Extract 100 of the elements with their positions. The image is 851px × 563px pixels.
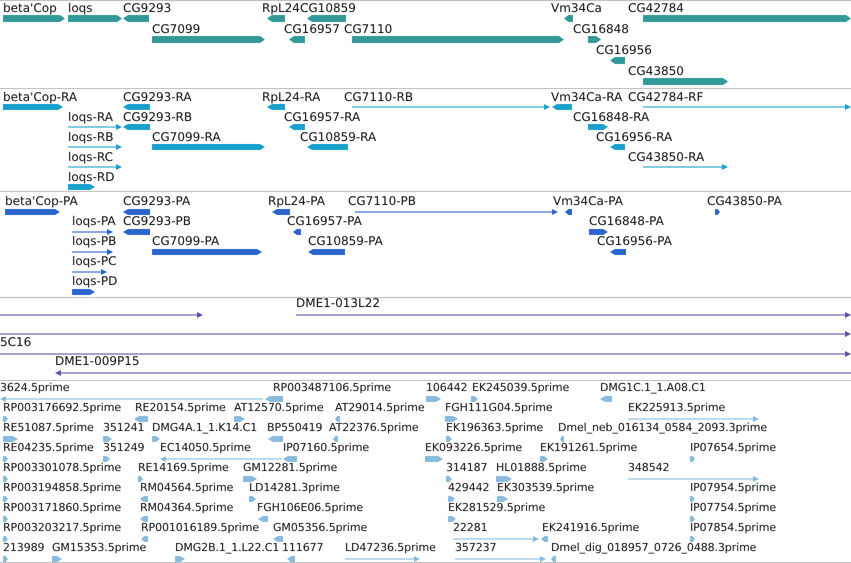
feature-glyph[interactable] [152,36,265,43]
feature-glyph[interactable] [293,229,301,235]
feature-label: DMG2B.1_1.L22.C1 [175,541,280,555]
feature-glyph[interactable] [123,104,150,110]
feature-label: IP07954.5prime [690,481,776,495]
feature-label: FGH111G04.5prime [445,401,553,415]
feature-label: CG16848 [573,22,629,36]
feature-glyph[interactable] [610,144,625,150]
feature-glyph[interactable] [552,104,572,110]
feature-glyph[interactable] [55,370,851,376]
feature-label: 357237 [455,541,496,555]
feature-label: 106442 [426,381,468,395]
feature-label: FGH106E06.5prime [257,501,364,515]
feature-glyph[interactable] [564,15,573,22]
feature-label: RP003194858.5prime [3,481,122,495]
feature-label: Vm34Ca-RA [551,90,622,104]
feature-label: RE04235.5prime [3,441,94,455]
feature-glyph[interactable] [643,164,728,170]
feature-glyph[interactable] [123,15,149,22]
feature-label: IP07854.5prime [690,521,776,535]
feature-label: EK196363.5prime [446,421,544,435]
feature-glyph[interactable] [715,209,720,215]
feature-label: CG42784-RF [628,90,704,104]
feature-label: loqs-PC [72,254,116,268]
feature-glyph[interactable] [352,104,550,110]
feature-glyph[interactable] [289,36,305,43]
feature-label: RpL24-PA [268,194,325,208]
feature-label: CG43850-RA [628,150,704,164]
feature-label: LD14281.3prime [249,481,340,495]
feature-label: RP003171860.5prime [3,501,122,515]
feature-glyph[interactable] [123,229,150,235]
feature-glyph[interactable] [72,249,113,255]
feature-label: CG7099-PA [152,234,220,248]
feature-label: 429442 [448,481,490,495]
feature-label: CG43850 [628,64,684,78]
feature-glyph[interactable] [589,229,608,235]
feature-label: loqs-RB [68,130,114,144]
feature-glyph[interactable] [307,15,346,22]
feature-glyph[interactable] [296,312,851,318]
feature-label: CG16956-RA [596,130,672,144]
feature-label: AT22376.5prime [329,421,419,435]
feature-label: CG10859-PA [308,234,383,248]
feature-glyph[interactable] [3,15,65,22]
feature-label: loqs-PA [72,214,116,228]
feature-glyph[interactable] [123,124,150,130]
feature-label: 5C16 [0,334,32,349]
feature-glyph[interactable] [0,350,851,357]
feature-glyph[interactable] [72,229,113,235]
feature-glyph[interactable] [0,312,203,318]
feature-label: beta'Cop [3,1,57,15]
feature-glyph[interactable] [643,78,728,85]
feature-label: RP003176692.5prime [3,401,122,415]
feature-glyph[interactable] [72,289,95,295]
feature-label: 351241 [103,421,144,435]
feature-glyph[interactable] [307,144,348,150]
feature-label: GM12281.5prime [243,461,338,475]
feature-label: CG9293-PB [123,214,192,228]
feature-label: DMG1C.1_1.A08.C1 [600,381,706,395]
feature-glyph[interactable] [588,36,601,43]
feature-glyph[interactable] [68,184,95,190]
feature-label: CG16956 [596,43,652,57]
feature-label: IP07654.5prime [690,441,776,455]
feature-label: loqs-PD [72,274,118,288]
feature-label: CG16957-PA [287,214,362,228]
feature-glyph[interactable] [588,124,608,130]
feature-glyph[interactable] [308,249,345,255]
feature-glyph[interactable] [267,15,285,22]
feature-label: 111677 [282,541,324,555]
feature-label: CG7110-PB [348,194,416,208]
feature-glyph[interactable] [272,209,290,215]
feature-glyph[interactable] [355,209,558,215]
feature-glyph[interactable] [152,249,262,255]
feature-label: EK281529.5prime [448,501,546,515]
feature-glyph[interactable] [72,269,107,275]
feature-glyph[interactable] [643,104,851,110]
feature-glyph[interactable] [68,144,122,150]
feature-glyph[interactable] [565,209,572,215]
feature-glyph[interactable] [5,209,60,215]
feature-label: CG16957-RA [284,110,360,124]
feature-label: DMG4A.1_1.K14.C1 [152,421,258,435]
feature-glyph[interactable] [610,249,626,255]
feature-glyph[interactable] [289,124,305,130]
feature-glyph[interactable] [68,164,122,170]
feature-glyph[interactable] [610,57,625,64]
feature-label: RP003203217.5prime [3,521,122,535]
feature-label: EK191261.5prime [540,441,638,455]
feature-label: EK303539.5prime [497,481,594,495]
feature-glyph[interactable] [267,104,285,110]
feature-label: Vm34Ca-PA [553,194,623,208]
feature-label: 351249 [103,441,144,455]
feature-glyph[interactable] [0,331,851,338]
feature-label: CG43850-PA [707,194,782,208]
feature-label: RpL24-RA [262,90,320,104]
feature-label: RE20154.5prime [135,401,226,415]
feature-glyph[interactable] [3,104,63,110]
feature-label: RP003301078.5prime [3,461,122,475]
feature-label: CG9293-PA [123,194,190,208]
feature-label: Dmel_neb_016134_0584_2093.3prime [558,421,768,435]
feature-label: DME1-009P15 [55,354,140,368]
feature-glyph[interactable] [123,209,150,215]
